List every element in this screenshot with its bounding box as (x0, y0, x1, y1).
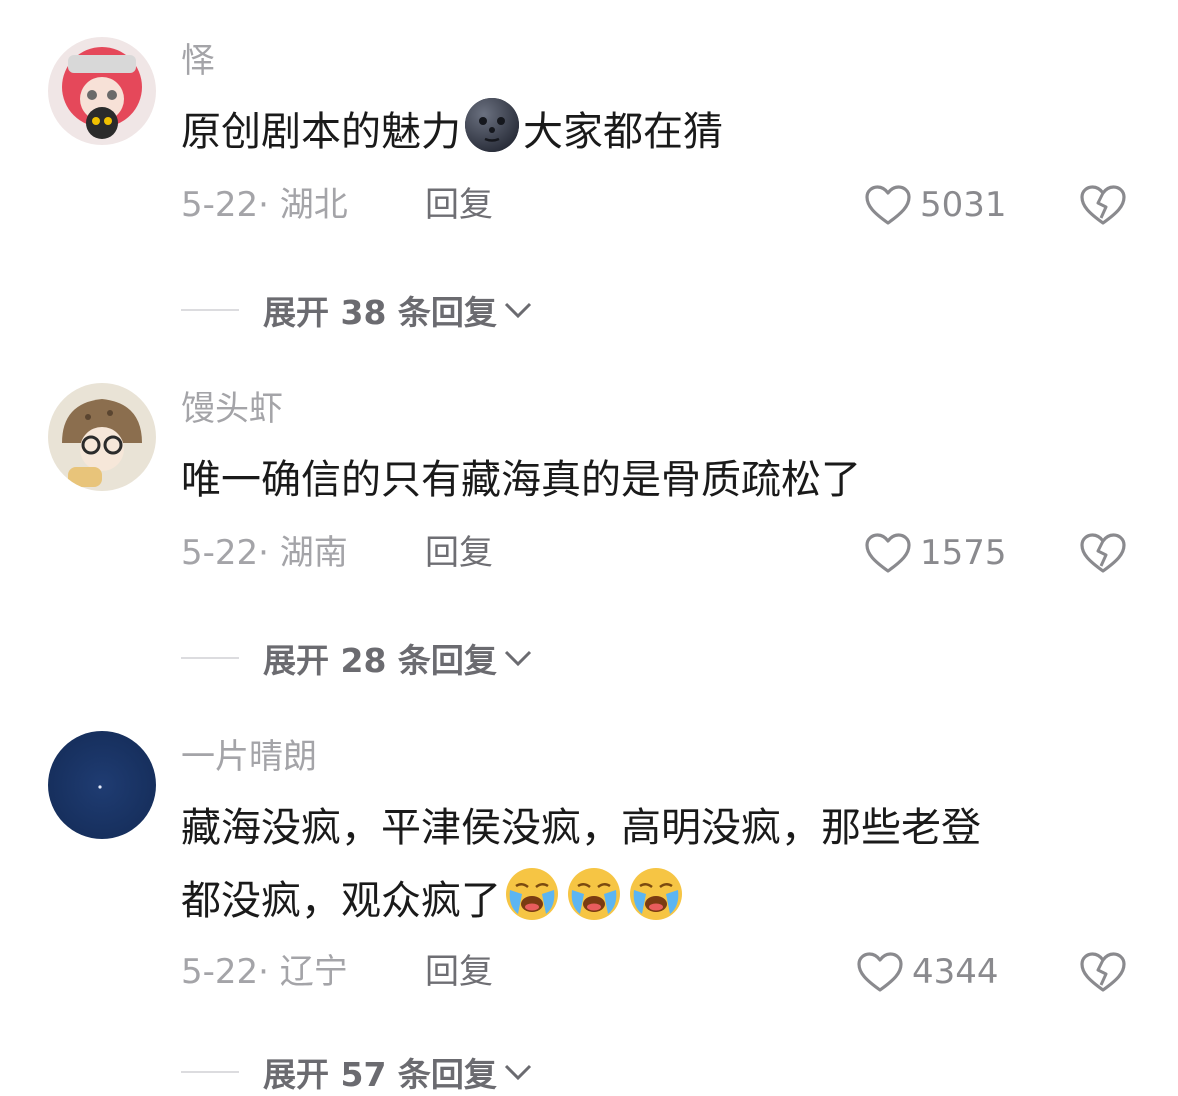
chevron-down-icon (504, 302, 531, 319)
like-button[interactable]: 5031 (864, 184, 1007, 226)
expand-replies[interactable]: 展开 57 条回复 (181, 1048, 533, 1096)
comment-text-part: 原创剧本的魅力 (181, 109, 461, 155)
comment-text-line: 藏海没疯，平津侯没疯，高明没疯，那些老登 (181, 805, 981, 851)
chevron-down-icon (504, 1064, 531, 1081)
heart-icon (857, 952, 903, 992)
divider (181, 309, 239, 311)
heart-icon (865, 533, 911, 573)
avatar[interactable] (48, 731, 156, 839)
reply-button[interactable]: 回复 (425, 536, 493, 570)
dislike-button[interactable] (1079, 184, 1127, 230)
comment-text-part: 都没疯，观众疯了 (181, 878, 501, 924)
dislike-button[interactable] (1079, 951, 1127, 997)
comment-date-location: 5-22· 湖南 (181, 533, 348, 573)
loudly-crying-face-icon (566, 866, 622, 922)
comment-date-location: 5-22· 辽宁 (181, 952, 348, 992)
comment-text: 唯一确信的只有藏海真的是骨质疏松了 (181, 457, 861, 503)
dislike-button[interactable] (1079, 532, 1127, 578)
reply-button[interactable]: 回复 (425, 955, 493, 989)
comment-text: 藏海没疯，平津侯没疯，高明没疯，那些老登 都没疯，观众疯了 (181, 792, 1101, 938)
username[interactable]: 怿 (181, 44, 215, 78)
avatar[interactable] (48, 383, 156, 491)
like-button[interactable]: 4344 (856, 951, 999, 993)
divider (181, 1071, 239, 1073)
broken-heart-icon (1080, 952, 1126, 992)
like-count: 1575 (920, 533, 1007, 573)
expand-replies-label: 展开 28 条回复 (263, 641, 497, 680)
comment-date-location: 5-22· 湖北 (181, 185, 348, 225)
loudly-crying-face-icon (504, 866, 560, 922)
heart-icon (865, 185, 911, 225)
divider (181, 657, 239, 659)
expand-replies[interactable]: 展开 38 条回复 (181, 286, 533, 334)
comment-text-part: 大家都在猜 (523, 109, 723, 155)
expand-replies-label: 展开 57 条回复 (263, 1055, 497, 1094)
like-button[interactable]: 1575 (864, 532, 1007, 574)
new-moon-face-icon (464, 97, 520, 153)
avatar[interactable] (48, 37, 156, 145)
reply-button[interactable]: 回复 (425, 188, 493, 222)
like-count: 5031 (920, 185, 1007, 225)
chevron-down-icon (504, 650, 531, 667)
broken-heart-icon (1080, 533, 1126, 573)
expand-replies[interactable]: 展开 28 条回复 (181, 634, 533, 682)
loudly-crying-face-icon (628, 866, 684, 922)
comment-text-line: 都没疯，观众疯了 (181, 865, 1101, 938)
comment-text: 原创剧本的魅力 大家都在猜 (181, 96, 1101, 169)
like-count: 4344 (912, 952, 999, 992)
username[interactable]: 一片晴朗 (181, 740, 317, 774)
broken-heart-icon (1080, 185, 1126, 225)
username[interactable]: 馒头虾 (181, 392, 283, 426)
expand-replies-label: 展开 38 条回复 (263, 293, 497, 332)
